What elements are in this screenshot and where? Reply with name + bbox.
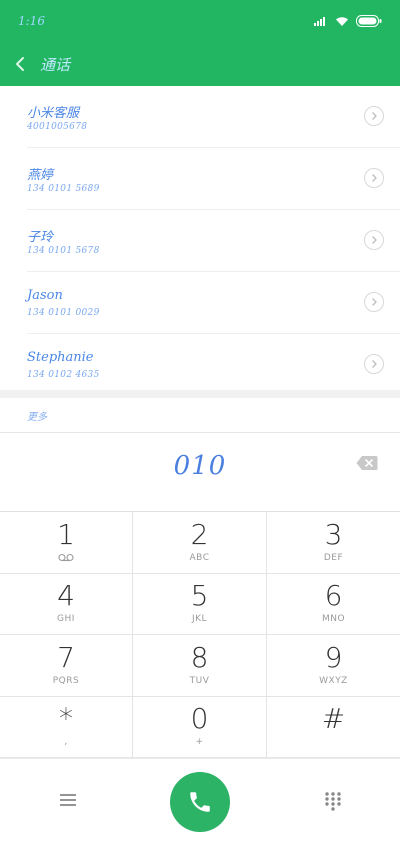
- key-2[interactable]: 2 ABC: [133, 512, 267, 574]
- contact-number: 134 0102 4635: [27, 370, 100, 380]
- contact-suggestion-list: 小米客服 4001005678 燕婷 134 0101 5689 子玲 134 …: [0, 86, 400, 395]
- more-label: 更多: [27, 412, 47, 423]
- menu-icon[interactable]: [58, 792, 78, 808]
- wifi-icon: [336, 17, 348, 26]
- key-digit: 1: [57, 517, 75, 551]
- dialed-number: 010: [173, 451, 227, 481]
- page-title: 通话: [40, 55, 71, 74]
- key-digit: 7: [57, 640, 75, 674]
- key-1[interactable]: 1: [0, 512, 133, 574]
- key-3[interactable]: 3 DEF: [267, 512, 400, 574]
- key-digit: 8: [190, 640, 209, 674]
- battery-icon: [356, 15, 382, 27]
- key-6[interactable]: 6 MNO: [267, 574, 400, 635]
- key-letters: PQRS: [52, 675, 80, 686]
- voicemail-icon: [58, 553, 74, 565]
- contact-number: 134 0101 5689: [27, 184, 100, 194]
- key-letters: DEF: [323, 552, 344, 563]
- contact-name: 燕婷: [27, 168, 54, 183]
- chevron-right-icon[interactable]: [364, 230, 384, 250]
- key-8[interactable]: 8 TUV: [133, 635, 267, 697]
- dial-input-area: 010: [0, 433, 400, 512]
- key-digit: 5: [190, 579, 209, 613]
- key-letters: TUV: [189, 675, 210, 686]
- key-digit: 4: [57, 579, 75, 613]
- key-letters: +: [195, 737, 204, 748]
- call-button[interactable]: [170, 772, 230, 832]
- back-arrow-icon[interactable]: [0, 42, 40, 86]
- contact-row[interactable]: Stephanie 134 0102 4635: [27, 334, 400, 395]
- contact-row[interactable]: Jason 134 0101 0029: [27, 272, 400, 334]
- key-digit: 2: [190, 517, 209, 551]
- dialpad-toggle-icon[interactable]: [323, 791, 343, 811]
- chevron-right-icon[interactable]: [364, 168, 384, 188]
- status-time: 1:16: [18, 14, 45, 28]
- key-0[interactable]: 0 +: [133, 696, 267, 758]
- backspace-icon[interactable]: [356, 455, 378, 471]
- app-bar: 通话: [0, 42, 400, 86]
- chevron-right-icon[interactable]: [364, 292, 384, 312]
- key-digit: 0: [190, 702, 209, 736]
- key-letters: ABC: [189, 552, 210, 563]
- contact-name: 子玲: [27, 230, 54, 245]
- contact-number: 134 0101 5678: [27, 246, 100, 256]
- phone-icon: [190, 792, 210, 812]
- signal-icon: [314, 17, 325, 26]
- key-4[interactable]: 4 GHI: [0, 573, 133, 635]
- key-letters: JKL: [191, 614, 208, 625]
- key-digit: 3: [324, 517, 343, 551]
- key-letters: ,: [64, 737, 68, 748]
- status-bar: 1:16: [0, 0, 400, 42]
- contact-row[interactable]: 小米客服 4001005678: [27, 86, 400, 148]
- key-star[interactable]: * ,: [0, 696, 133, 758]
- chevron-right-icon[interactable]: [364, 354, 384, 374]
- contact-name: 小米客服: [27, 106, 80, 121]
- key-digit: #: [321, 702, 346, 736]
- bottom-action-bar: [0, 758, 400, 844]
- key-5[interactable]: 5 JKL: [133, 573, 267, 635]
- section-divider: [0, 390, 400, 398]
- key-hash[interactable]: #: [267, 697, 400, 758]
- key-digit: 6: [324, 579, 343, 613]
- contact-number: 4001005678: [27, 122, 88, 132]
- contact-row[interactable]: 子玲 134 0101 5678: [27, 210, 400, 272]
- contact-name: Jason: [27, 288, 63, 303]
- key-letters: WXYZ: [319, 675, 348, 686]
- contact-row[interactable]: 燕婷 134 0101 5689: [27, 148, 400, 210]
- more-results-row[interactable]: 更多: [0, 398, 400, 433]
- key-digit: 9: [324, 640, 343, 674]
- key-digit: *: [59, 702, 73, 736]
- contact-name: Stephanie: [27, 350, 94, 365]
- dial-keypad: 1 2 ABC 3 DEF 4 GHI 5 JKL 6 MNO 7 PQRS 8…: [0, 512, 400, 758]
- key-7[interactable]: 7 PQRS: [0, 635, 133, 697]
- key-letters: GHI: [57, 614, 75, 625]
- status-icons: [314, 15, 382, 27]
- chevron-right-icon[interactable]: [364, 106, 384, 126]
- key-letters: MNO: [321, 614, 346, 625]
- contact-number: 134 0101 0029: [27, 308, 100, 318]
- key-9[interactable]: 9 WXYZ: [267, 635, 400, 697]
